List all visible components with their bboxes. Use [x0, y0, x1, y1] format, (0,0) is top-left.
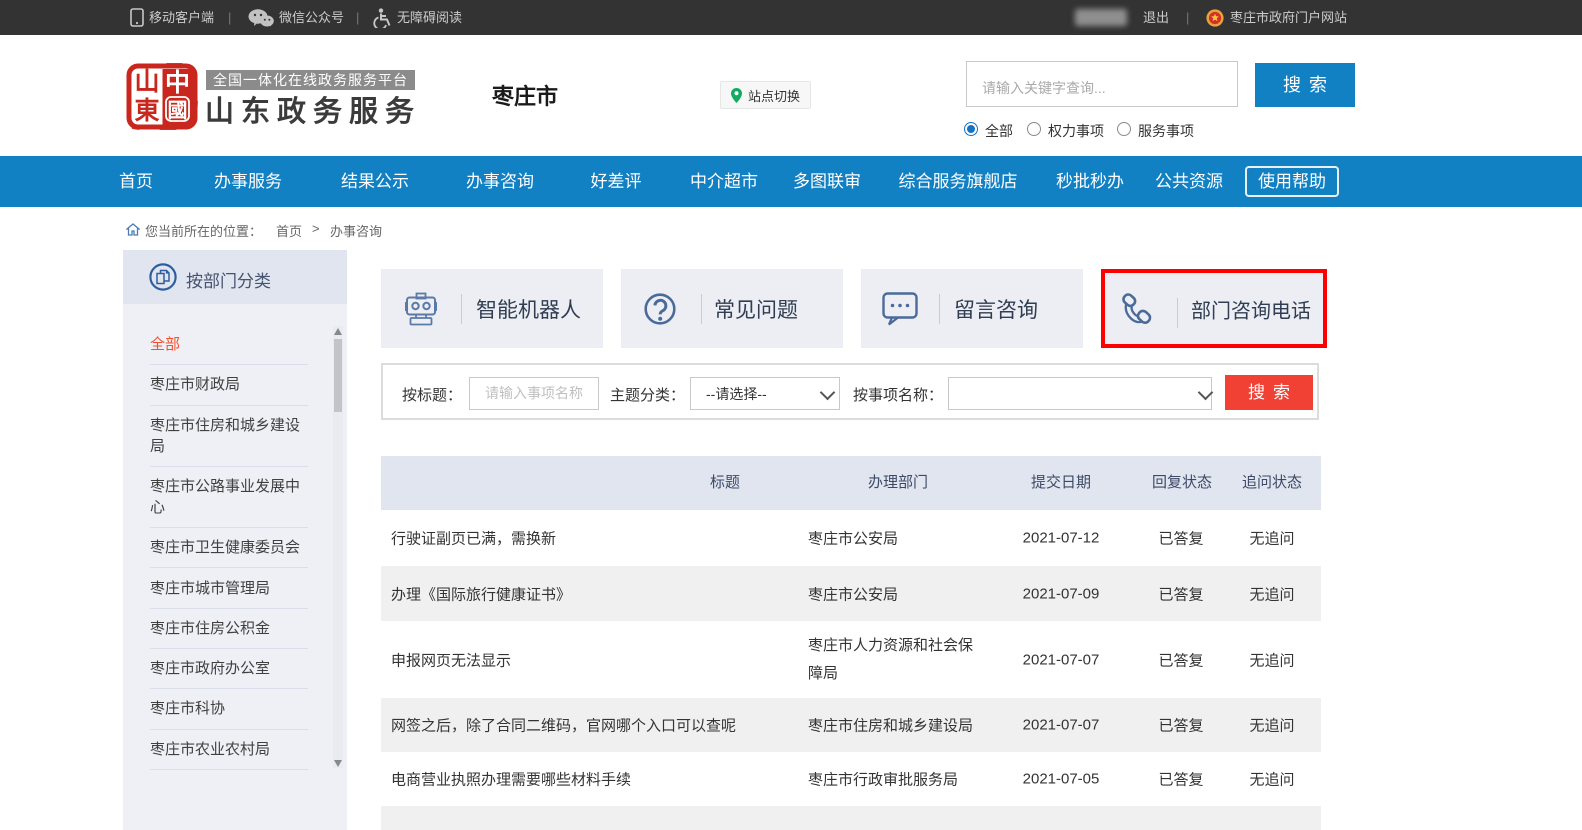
svg-text:國: 國	[168, 100, 188, 122]
svg-text:山: 山	[134, 68, 159, 96]
svg-text:中: 中	[165, 69, 190, 97]
svg-text:東: 東	[134, 97, 159, 125]
